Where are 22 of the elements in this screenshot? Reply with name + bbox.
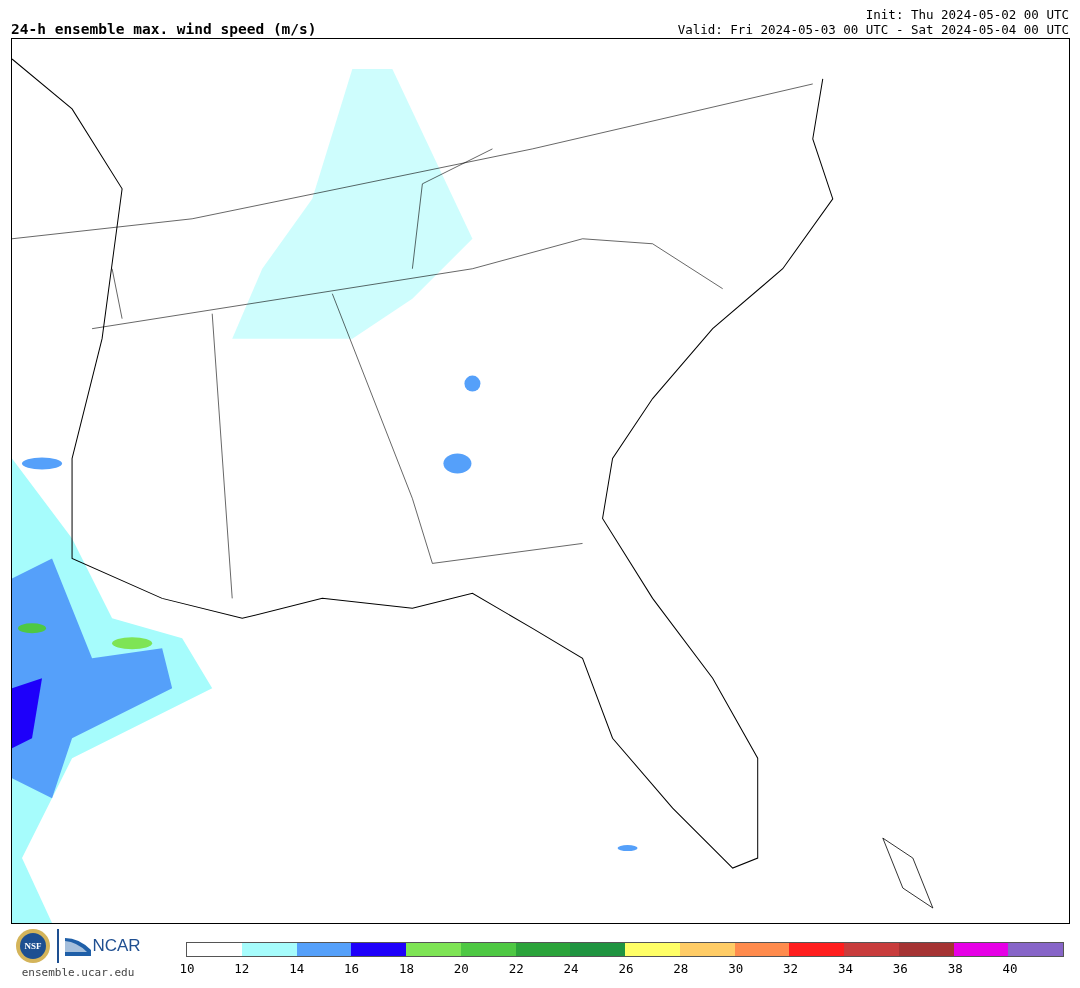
init-time: Init: Thu 2024-05-02 00 UTC xyxy=(865,7,1069,22)
tick-label: 28 xyxy=(673,961,689,976)
tick-label: 40 xyxy=(1002,961,1018,976)
nsf-logo: NSF xyxy=(15,928,52,964)
tick-label: 12 xyxy=(234,961,250,976)
tick-label: 34 xyxy=(837,961,854,976)
website-url: ensemble.ucar.edu xyxy=(21,966,135,979)
tick-label: 10 xyxy=(179,961,195,976)
tick-label: 36 xyxy=(892,961,908,976)
valid-time: Valid: Fri 2024-05-03 00 UTC - Sat 2024-05-04 00 UTC xyxy=(677,22,1069,37)
tick-label: 18 xyxy=(398,961,415,976)
tick-label: 20 xyxy=(453,961,469,976)
tick-label: 22 xyxy=(508,961,524,976)
tick-label: 24 xyxy=(563,961,579,976)
chart-title: 24-h ensemble max. wind speed (m/s) xyxy=(11,21,317,37)
tick-label: 30 xyxy=(728,961,744,976)
tick-label: 14 xyxy=(289,961,305,976)
tick-label: 38 xyxy=(947,961,963,976)
ncar-logo: NCAR xyxy=(65,936,141,956)
tick-label: 32 xyxy=(783,961,799,976)
tick-label: 26 xyxy=(618,961,634,976)
tick-label: 16 xyxy=(344,961,360,976)
